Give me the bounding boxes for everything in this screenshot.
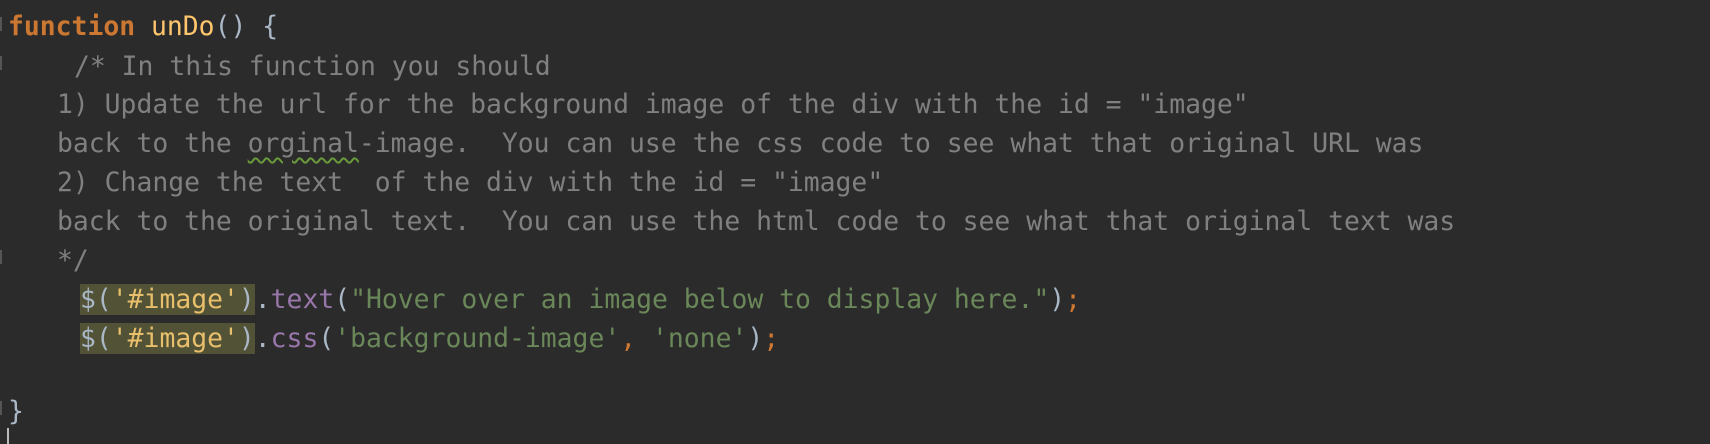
comment-text: 1) Update the url for the background ima… xyxy=(57,89,1249,120)
code-line-comment-2[interactable]: back to the orginal-image. You can use t… xyxy=(57,123,1423,165)
function-parens: () { xyxy=(214,11,279,42)
code-line-text-call[interactable]: $('#image').text("Hover over an image be… xyxy=(80,279,1081,321)
jquery-dollar: $ xyxy=(80,323,96,354)
code-line-css-call[interactable]: $('#image').css('background-image', 'non… xyxy=(80,318,779,360)
fold-marker[interactable] xyxy=(0,401,2,415)
code-line-comment-4[interactable]: back to the original text. You can use t… xyxy=(57,201,1455,243)
method-text: text xyxy=(270,284,335,315)
comment-text: -image. You can use the css code to see … xyxy=(358,128,1424,159)
code-line-function-decl[interactable]: function unDo() { xyxy=(8,6,278,48)
comment-text: back to the xyxy=(57,128,248,159)
comment-text: back to the original text. You can use t… xyxy=(57,206,1456,237)
keyword-function: function xyxy=(8,11,136,42)
string-argument: 'none' xyxy=(652,323,748,354)
jquery-selector-highlight: $('#image') xyxy=(80,323,255,354)
fold-marker[interactable] xyxy=(0,56,2,70)
selector-string: '#image' xyxy=(111,284,239,315)
string-argument: 'background-image' xyxy=(334,323,621,354)
misspelled-word[interactable]: orginal xyxy=(248,128,359,159)
method-css: css xyxy=(270,323,319,354)
selector-string: '#image' xyxy=(111,323,239,354)
code-line-comment-start[interactable]: /* In this function you should xyxy=(74,46,551,88)
fold-marker[interactable] xyxy=(0,17,2,31)
function-name: unDo xyxy=(151,11,215,42)
code-line-comment-1[interactable]: 1) Update the url for the background ima… xyxy=(57,84,1249,126)
jquery-selector-highlight: $('#image') xyxy=(80,284,255,315)
code-line-comment-3[interactable]: 2) Change the text of the div with the i… xyxy=(57,162,883,204)
code-line-comment-end[interactable]: */ xyxy=(57,240,89,282)
closing-brace: } xyxy=(8,396,24,427)
comment-text: 2) Change the text of the div with the i… xyxy=(57,167,884,198)
comment-close: */ xyxy=(57,245,89,276)
string-argument: "Hover over an image below to display he… xyxy=(350,284,1050,315)
text-caret xyxy=(7,428,9,444)
fold-marker[interactable] xyxy=(0,250,2,264)
comment-text: /* In this function you should xyxy=(74,51,551,82)
code-editor[interactable]: function unDo() { /* In this function yo… xyxy=(0,0,1710,444)
code-line-function-close[interactable]: } xyxy=(8,391,24,433)
jquery-dollar: $ xyxy=(80,284,96,315)
